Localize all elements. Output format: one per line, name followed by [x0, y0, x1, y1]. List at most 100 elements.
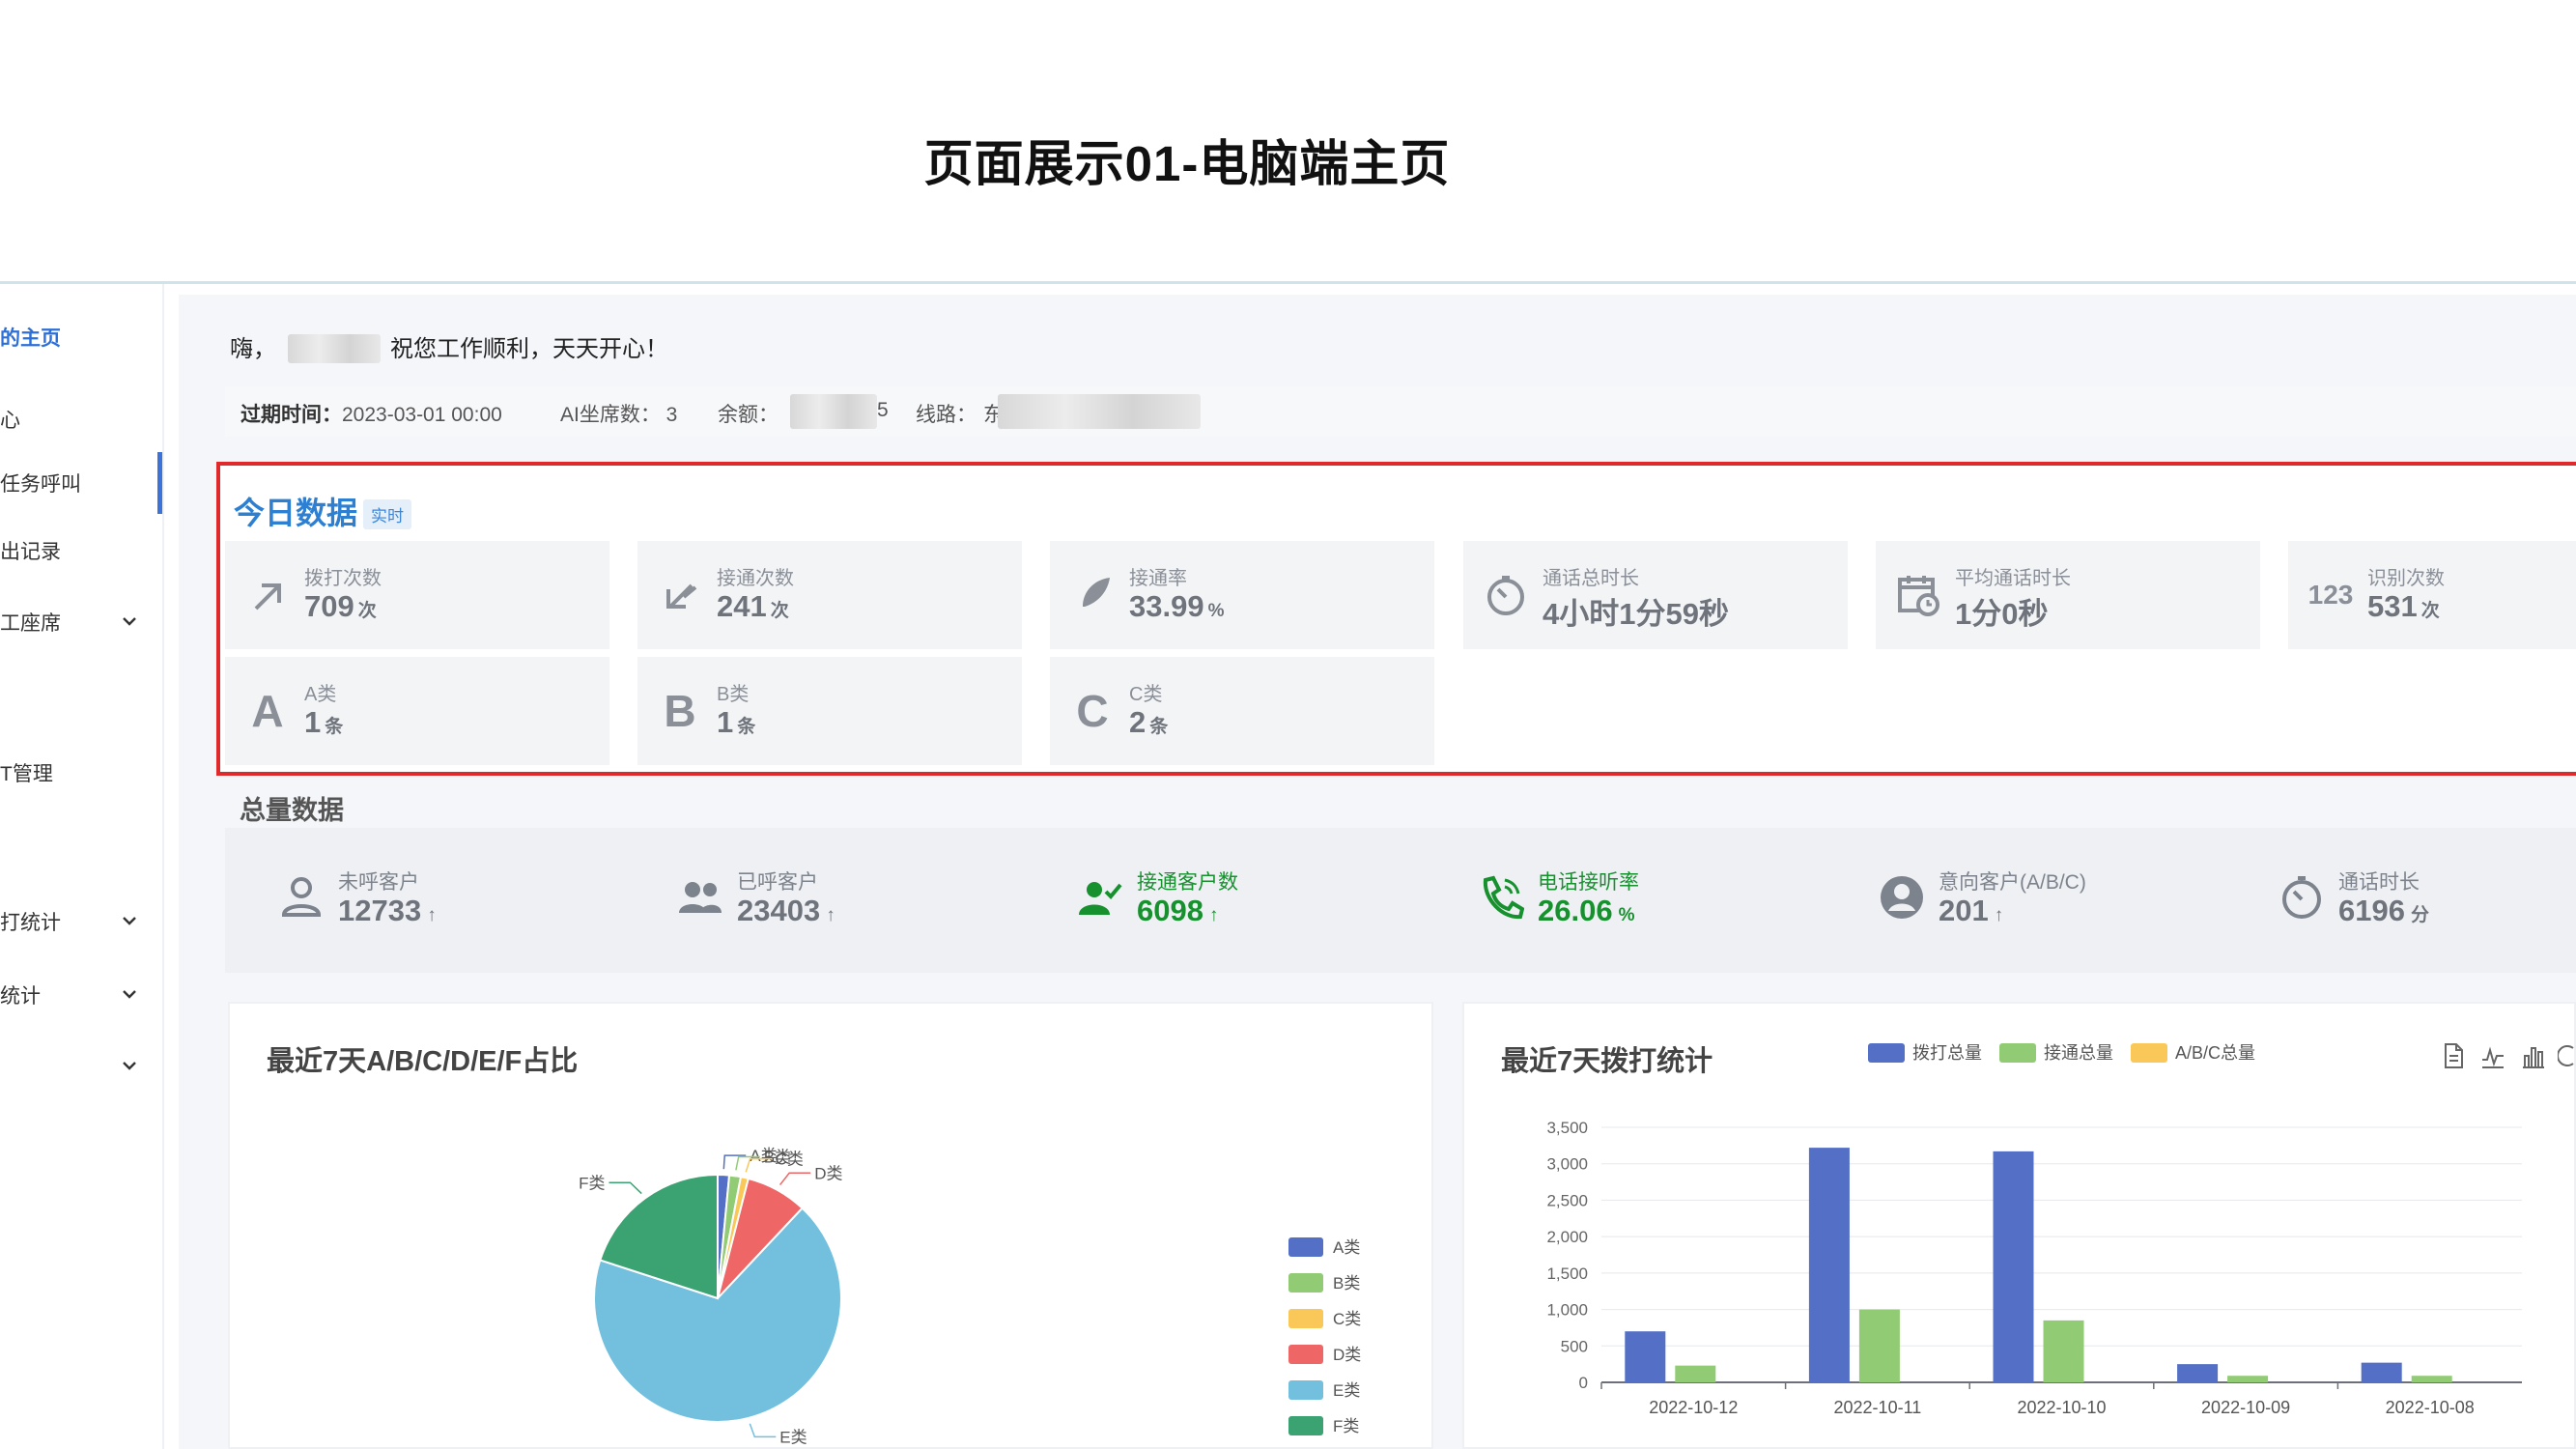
bar-chart-panel: 最近7天拨打统计 0 500 1,000 1,500 2,000 2,500 3,000 3,…: [1462, 1002, 2576, 1449]
bar-2: [1858, 1309, 1900, 1382]
sidebar-item-center[interactable]: 心: [0, 400, 155, 439]
legend-label: A/B/C总量: [2175, 1043, 2255, 1063]
chevron-down-icon: [123, 617, 136, 626]
bar-1: [1625, 1331, 1666, 1382]
x-tick-label: 2022-10-11: [1834, 1398, 1922, 1417]
data-view-icon[interactable]: [2442, 1042, 2465, 1069]
feather-icon: [1079, 578, 1110, 612]
legend-swatch: [1288, 1416, 1323, 1435]
pie-label-line: [749, 1423, 777, 1438]
balance-tail: 5: [877, 399, 889, 421]
stat-card-connect-rate: 接通率 33.99%: [1050, 541, 1434, 649]
x-tick-label: 2022-10-10: [2017, 1398, 2106, 1417]
stat-card-class-c: C C类 2条: [1050, 657, 1434, 765]
legend-swatch: [1288, 1380, 1323, 1400]
bar-1: [1808, 1148, 1850, 1382]
bar-2: [2411, 1376, 2452, 1382]
y-tick-label: 3,500: [1546, 1119, 1588, 1137]
x-tick-label: 2022-10-08: [2386, 1398, 2475, 1417]
pie-chart-panel: 最近7天A/B/C/D/E/F占比 A类 B类 C类 D类 E类 F类 A类 B类 C类 D类 E类…: [228, 1002, 1433, 1449]
pie-label-line: [778, 1172, 811, 1186]
stat-card-recognition-count: 123 识别次数 531 次: [2288, 541, 2576, 649]
arrow-down-left-icon: [666, 583, 697, 609]
y-tick-label: 1,500: [1546, 1264, 1588, 1283]
pie-label: D类: [814, 1164, 842, 1182]
sidebar-item-management[interactable]: T管理: [0, 753, 155, 792]
legend-label: A类: [1333, 1238, 1360, 1257]
letter-a-icon: A: [251, 686, 284, 736]
legend-swatch: [1288, 1309, 1323, 1328]
bar-chart-icon[interactable]: [2521, 1042, 2546, 1069]
legend-label: 拨打总量: [1912, 1043, 1982, 1063]
chevron-down-icon: [123, 1062, 136, 1070]
stat-card-class-a: A A类 1条: [225, 657, 609, 765]
sidebar-item-seats[interactable]: 工座席: [0, 603, 155, 641]
line-label: 线路：: [916, 404, 977, 426]
totals-bar: 未呼客户 12733 ↑ 已呼客户 23403 ↑ 接通客户数 6098 ↑ 电话接听…: [225, 828, 2576, 973]
legend-swatch: [2131, 1043, 2167, 1063]
pie-label: F类: [579, 1174, 605, 1192]
bar-1: [2177, 1364, 2219, 1382]
user-check-icon: [1079, 882, 1122, 915]
calendar-clock-icon: [1898, 576, 1939, 616]
x-tick-label: 2022-10-12: [1649, 1398, 1738, 1417]
legend-label: C类: [1333, 1310, 1361, 1328]
line-chart-icon[interactable]: [2480, 1042, 2505, 1069]
legend-swatch: [1288, 1273, 1323, 1293]
legend-label: D类: [1333, 1346, 1361, 1364]
realtime-badge: 实时: [363, 499, 411, 529]
bar-2: [2043, 1320, 2084, 1382]
sidebar-item-home[interactable]: 的主页: [0, 318, 155, 356]
expire-time: 过期时间：2023-03-01 00:00: [241, 404, 502, 426]
letter-b-icon: B: [664, 686, 696, 736]
redacted-line: [998, 394, 1201, 429]
bar-1: [1993, 1151, 2034, 1382]
slide-title: 页面展示01-电脑端主页: [923, 136, 1451, 191]
stat-card-connect-count: 接通次数 241 次: [637, 541, 1022, 649]
pie-label-line: [722, 1154, 747, 1170]
redacted-username: [288, 334, 381, 363]
top-divider: [0, 281, 2576, 284]
user-icon: [281, 877, 322, 917]
pie-label: C类: [776, 1151, 804, 1169]
timer-icon: [2282, 876, 2321, 919]
users-icon: [679, 882, 722, 913]
ai-seat-count: AI坐席数： 3: [560, 404, 678, 426]
phone-icon: [1483, 875, 1524, 920]
today-data-title: 今日数据: [234, 496, 358, 530]
sidebar-item-call-records[interactable]: 出记录: [0, 531, 155, 570]
legend-label: 接通总量: [2044, 1043, 2113, 1063]
stat-card-avg-duration: 平均通话时长 1分0秒: [1876, 541, 2260, 649]
sidebar: 的主页 心 任务呼叫 出记录 工座席 T管理 打统计 统计: [0, 284, 164, 1449]
y-tick-label: 0: [1579, 1374, 1588, 1392]
balance-label: 余额：: [718, 404, 778, 426]
numbers-icon: 123: [2307, 580, 2354, 610]
legend-label: B类: [1333, 1274, 1360, 1293]
sidebar-selected-indicator: [157, 452, 162, 514]
letter-c-icon: C: [1076, 686, 1109, 736]
bar-1: [2361, 1362, 2402, 1382]
legend-swatch: [1288, 1237, 1323, 1257]
sidebar-item-more[interactable]: [0, 1047, 155, 1086]
bar-2: [1675, 1365, 1716, 1382]
sidebar-item-task-call[interactable]: 任务呼叫: [0, 464, 155, 502]
pie-label-line: [609, 1181, 642, 1195]
stat-card-dial-count: 拨打次数 709 次: [225, 541, 609, 649]
y-tick-label: 2,500: [1546, 1191, 1588, 1209]
arrow-up-right-icon: [254, 583, 281, 611]
sidebar-item-stats[interactable]: 统计: [0, 976, 155, 1014]
y-tick-label: 2,000: [1546, 1228, 1588, 1246]
redacted-balance: [790, 394, 877, 429]
bar-2: [2227, 1376, 2269, 1382]
legend-label: E类: [1333, 1381, 1360, 1400]
sidebar-item-call-stats[interactable]: 打统计: [0, 902, 155, 941]
legend-swatch: [1999, 1043, 2036, 1063]
pie-label: E类: [779, 1428, 807, 1446]
refresh-icon[interactable]: [2558, 1042, 2575, 1069]
chevron-down-icon: [123, 990, 136, 999]
x-tick-label: 2022-10-09: [2201, 1398, 2290, 1417]
timer-icon: [1487, 576, 1524, 615]
account-info-bar: 过期时间：2023-03-01 00:00 AI坐席数： 3 余额： 5 线路：…: [225, 386, 2576, 437]
legend-label: F类: [1333, 1417, 1359, 1435]
bar-chart: 0 500 1,000 1,500 2,000 2,500 3,000 3,500 2022-1…: [1546, 1043, 2522, 1417]
